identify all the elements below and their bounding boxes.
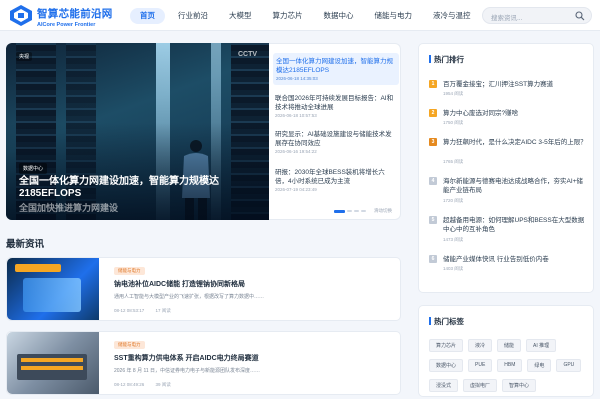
hero-image[interactable]: 央视 CCTV 数据中心 全国一体化算力网建设加速，智能算力规模达2185EFL… (6, 43, 269, 220)
main-nav: 首页 行业前沿 大模型 算力芯片 数据中心 储能与电力 液冷与温控 (130, 8, 484, 24)
tag-item[interactable]: 浸没式 (429, 379, 459, 392)
slider-label: 滑动切换 (374, 208, 392, 213)
tag-item[interactable]: 绿电 (527, 359, 552, 372)
rank-title: 海尔新能源与德赛电池达成战略合作，夯实AI+储能产业链布局 (443, 178, 583, 194)
headline-title: 联合国2026年可持续发展目标报告：AI和技术将推动全球进展 (275, 95, 394, 111)
search-placeholder: 搜索资讯... (491, 15, 523, 22)
tag-item[interactable]: 液冷 (468, 339, 493, 352)
headline-date: 2026-07-19 04:23:49 (275, 187, 317, 192)
rank-title: 储能产业媒体快讯 行业告别低价内卷 (443, 256, 549, 263)
tag-item[interactable]: 算力芯片 (429, 339, 464, 352)
news-thumbnail (7, 332, 99, 394)
logo-icon[interactable] (8, 4, 34, 27)
rank-number: 2 (429, 109, 437, 117)
headline-title: 全国一体化算力网建设加速，智能算力规模达2185EFLOPS (276, 58, 393, 74)
rank-views: 1720 阅读 (443, 198, 464, 203)
news-title[interactable]: SST重构算力供电体系 开启AIDC电力终局赛道 (114, 353, 259, 363)
nav-item-energy[interactable]: 储能与电力 (367, 8, 421, 24)
brand[interactable]: 智算芯能前沿网 AICore Power Frontier (37, 6, 113, 28)
hero-badge: 数据中心 (19, 163, 48, 174)
rank-views: 1473 阅读 (443, 237, 464, 242)
news-meta: 08-12 08:49:26 39 阅读 (114, 382, 171, 388)
tag-item[interactable]: 储能 (497, 339, 522, 352)
headline-item[interactable]: 全国一体化算力网建设加速，智能算力规模达2185EFLOPS 2026-06-1… (273, 53, 399, 85)
tag-item[interactable]: 智算中心 (502, 379, 537, 392)
hero-title[interactable]: 全国一体化算力网建设加速，智能算力规模达2185EFLOPS (19, 176, 259, 200)
hot-ranking-heading: 热门排行 (429, 54, 464, 65)
headline-title: 研究显示：AI基础设施建设与储能技术发展存在协同效应 (275, 131, 392, 147)
hot-tags-card: 热门标签 算力芯片 液冷 储能 AI 推理 数据中心 PUE HBM 绿电 GP… (418, 305, 594, 397)
news-meta: 08-12 08:53:17 17 阅读 (114, 308, 171, 314)
hot-tags-heading: 热门标签 (429, 316, 464, 327)
rank-number: 4 (429, 177, 437, 185)
news-card[interactable]: 储能与电力 钠电池补位AIDC储能 打造锂钠协同新格局 通用人工智能与大模型产业… (6, 257, 401, 321)
headline-list: 全国一体化算力网建设加速，智能算力规模达2185EFLOPS 2026-06-1… (269, 43, 401, 220)
news-summary: 2026 年 8 月 11 日，中信证券电力电子与新能源团队发布深度…… (114, 368, 261, 374)
rank-views: 1954 阅读 (443, 91, 464, 96)
rank-title: 算力狂飙时代，是什么决定AIDC 3-5年后的上限？ (443, 139, 587, 146)
rank-title: 算力中心废选对同宗?赚啥 (443, 110, 519, 117)
news-views: 39 阅读 (155, 382, 171, 387)
rank-title: 百万覆金接宝；汇川押注SST算力赛道 (443, 81, 554, 88)
nav-item-chips[interactable]: 算力芯片 (265, 8, 311, 24)
nav-item-home[interactable]: 首页 (130, 8, 165, 24)
headline-date: 2026-06-18 10:57:53 (275, 113, 317, 118)
headline-date: 2026-06-16 19:54:22 (275, 149, 317, 154)
tag-item[interactable]: GPU (556, 359, 582, 372)
news-summary: 通用人工智能与大模型产业的飞速扩张，根据改写了算力数据中…… (114, 294, 265, 300)
search-input[interactable]: 搜索资讯... (482, 7, 592, 24)
rank-title: 超越备用电源：如何理解UPS和BESS在大型数据中心中的互补角色 (443, 217, 585, 233)
hot-ranking-card: 热门排行 1 百万覆金接宝；汇川押注SST算力赛道 1954 阅读 2 算力中心… (418, 43, 594, 293)
cctv-watermark: CCTV (238, 51, 258, 58)
news-tag: 储能与电力 (114, 267, 145, 275)
tag-item[interactable]: AI 推理 (526, 339, 557, 352)
tag-list: 算力芯片 液冷 储能 AI 推理 数据中心 PUE HBM 绿电 GPU 浸没式… (429, 339, 589, 399)
headline-date: 2026-06-18 14:35:03 (276, 76, 318, 81)
headline-item[interactable]: 研报：2030年全球BESS装机将增长六倍，4小时系统已成为主流 2026-07… (275, 168, 397, 192)
search-icon[interactable] (575, 11, 585, 21)
latest-news-heading: 最新资讯 (6, 239, 45, 250)
slider-dots[interactable]: 滑动切换 (334, 208, 392, 214)
tag-item[interactable]: 虚拟电厂 (463, 379, 498, 392)
hero-caption: 全国加快推进算力网建设 (19, 203, 119, 213)
nav-item-datacenter[interactable]: 数据中心 (316, 8, 362, 24)
rank-number: 6 (429, 255, 437, 263)
rank-number: 1 (429, 80, 437, 88)
nav-item-industry[interactable]: 行业前沿 (170, 8, 216, 24)
tag-item[interactable]: HBM (497, 359, 523, 372)
rank-views: 1750 阅读 (443, 120, 464, 125)
rank-views: 1403 阅读 (443, 266, 464, 271)
brand-name: 智算芯能前沿网 (37, 8, 113, 20)
tag-item[interactable]: 数据中心 (429, 359, 464, 372)
tag-item[interactable]: PUE (468, 359, 493, 372)
news-date: 08-12 08:49:26 (114, 382, 145, 387)
news-title[interactable]: 钠电池补位AIDC储能 打造锂钠协同新格局 (114, 279, 245, 289)
rank-number: 3 (429, 138, 437, 146)
news-thumbnail (7, 258, 99, 320)
rank-views: 1765 阅读 (443, 159, 464, 164)
nav-item-llm[interactable]: 大模型 (221, 8, 260, 24)
headline-title: 研报：2030年全球BESS装机将增长六倍，4小时系统已成为主流 (275, 169, 385, 185)
top-header: 智算芯能前沿网 AICore Power Frontier 首页 行业前沿 大模… (0, 0, 600, 31)
news-tag: 储能与电力 (114, 341, 145, 349)
headline-item[interactable]: 研究显示：AI基础设施建设与储能技术发展存在协同效应 2026-06-16 19… (275, 130, 397, 154)
hero-logo-chip: 央视 (16, 52, 33, 61)
nav-item-cooling[interactable]: 液冷与温控 (425, 8, 479, 24)
rank-number: 5 (429, 216, 437, 224)
news-date: 08-12 08:53:17 (114, 308, 145, 313)
news-views: 17 阅读 (155, 308, 171, 313)
brand-en: AICore Power Frontier (37, 22, 96, 28)
news-card[interactable]: 储能与电力 SST重构算力供电体系 开启AIDC电力终局赛道 2026 年 8 … (6, 331, 401, 395)
headline-item[interactable]: 联合国2026年可持续发展目标报告：AI和技术将推动全球进展 2026-06-1… (275, 94, 397, 118)
